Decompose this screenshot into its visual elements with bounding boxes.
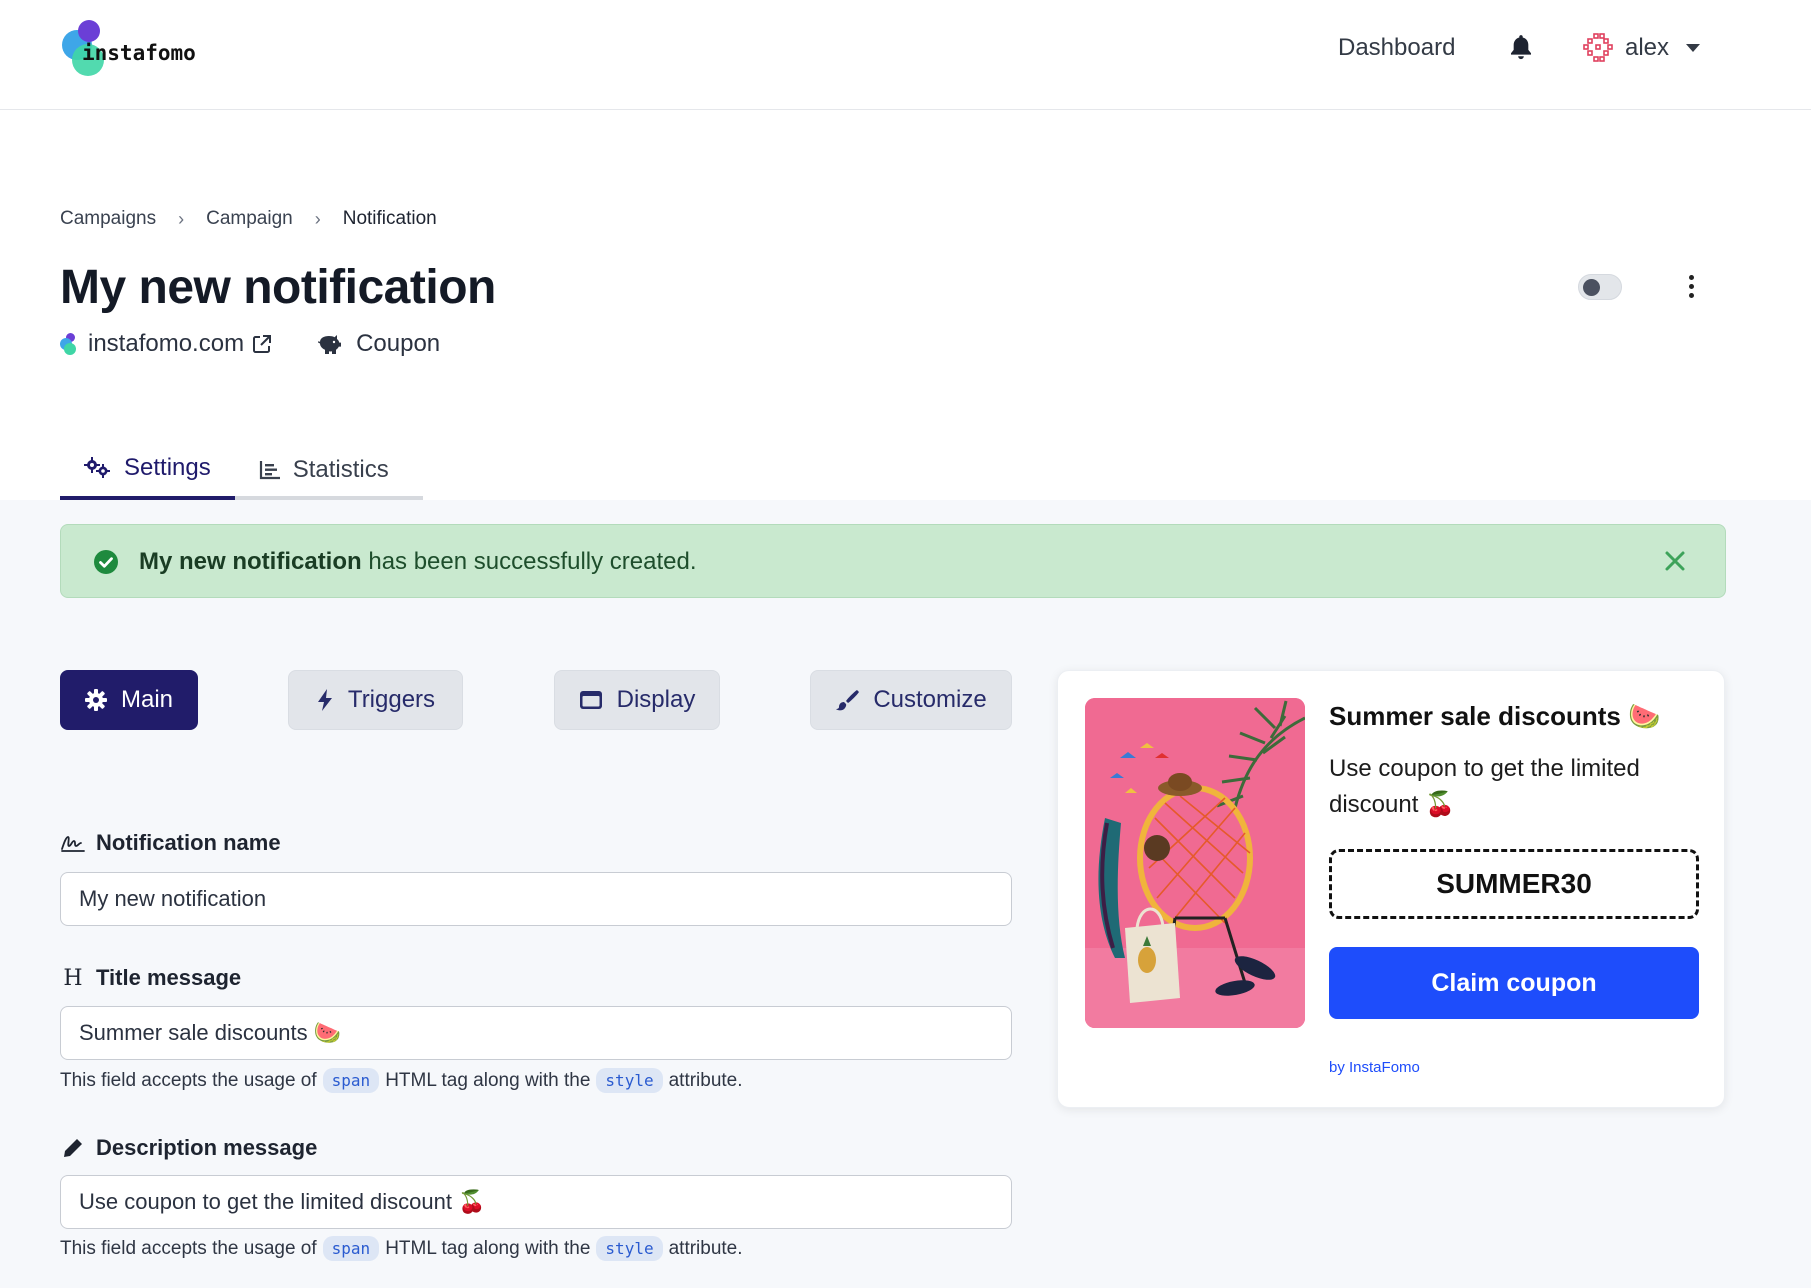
bell-icon[interactable] [1508,34,1534,62]
description-message-input[interactable]: Use coupon to get the limited discount 🍒 [60,1175,1012,1229]
notification-meta: instafomo.com Coupon [60,330,440,358]
success-alert: My new notification has been successfull… [60,524,1726,598]
section-main-button[interactable]: Main [60,670,198,730]
help-text: This field accepts the usage of [60,1237,317,1259]
heading-icon: H [63,965,83,991]
help-text: attribute. [668,1237,743,1259]
tab-statistics-label: Statistics [292,456,389,483]
tab-statistics[interactable]: Statistics [235,440,413,500]
logo-text: instafomo [82,41,196,65]
section-display-label: Display [616,686,696,713]
notification-name-input[interactable]: My new notification [60,872,1012,926]
section-customize-button[interactable]: Customize [810,670,1012,730]
title-message-input[interactable]: Summer sale discounts 🍉 [60,1006,1012,1060]
preview-image [1085,698,1305,1028]
campaign-type: Coupon [356,330,441,357]
check-circle-icon [94,550,118,574]
help-text: HTML tag along with the [385,1069,591,1091]
description-message-label: Description message [60,1135,317,1161]
gear-icon [84,689,107,711]
chevron-right-icon: › [178,208,185,229]
help-text: HTML tag along with the [385,1237,591,1259]
notification-enable-toggle[interactable] [1578,274,1622,300]
section-triggers-button[interactable]: Triggers [288,670,463,730]
title-message-help: This field accepts the usage of span HTM… [60,1068,743,1093]
section-display-button[interactable]: Display [554,670,720,730]
description-message-label-text: Description message [96,1135,318,1160]
nav-dashboard-link[interactable]: Dashboard [1338,34,1455,62]
chevron-right-icon: › [314,208,321,229]
title-message-label: H Title message [60,965,241,991]
more-options-icon[interactable] [1686,275,1696,299]
page-tabs: Settings Statistics [60,440,423,500]
claim-coupon-button[interactable]: Claim coupon [1329,947,1699,1019]
username-label[interactable]: alex [1625,34,1669,62]
span-tag-code: span [322,1068,380,1093]
window-icon [579,691,602,709]
tab-settings[interactable]: Settings [60,440,235,500]
site-favicon-icon [60,333,80,355]
page-title: My new notification [60,261,496,314]
preview-title: Summer sale discounts 🍉 [1329,701,1661,731]
signature-icon [60,833,86,853]
alert-bold-text: My new notification [139,548,362,575]
site-link[interactable]: instafomo.com [88,330,244,358]
section-main-label: Main [120,686,174,713]
section-customize-label: Customize [873,686,987,713]
tab-settings-label: Settings [124,454,211,481]
style-attr-code: style [596,1236,663,1261]
chevron-down-icon[interactable] [1686,44,1700,52]
instafomo-logo[interactable]: instafomo [62,20,222,80]
notification-name-label-text: Notification name [96,830,281,855]
top-navbar: instafomo Dashboard alex [0,0,1811,110]
breadcrumb: Campaigns › Campaign › Notification [60,208,437,230]
help-text: This field accepts the usage of [60,1069,317,1091]
pencil-icon [60,1137,86,1159]
paintbrush-icon [836,690,860,711]
breadcrumb-campaigns[interactable]: Campaigns [60,208,156,230]
close-icon[interactable] [1663,549,1687,573]
notification-name-label: Notification name [60,830,281,856]
coupon-code-box[interactable]: SUMMER30 [1329,849,1699,919]
external-link-icon[interactable] [252,334,272,354]
title-message-label-text: Title message [96,965,242,990]
piggy-bank-icon [318,335,342,354]
preview-description: Use coupon to get the limited discount 🍒 [1329,755,1640,818]
chart-bar-icon [259,461,280,480]
description-message-help: This field accepts the usage of span HTM… [60,1236,743,1261]
breadcrumb-campaign[interactable]: Campaign [206,208,293,230]
section-triggers-label: Triggers [347,686,436,713]
alert-message: My new notification has been successfull… [139,548,697,576]
notification-preview-card: Summer sale discounts 🍉 Use coupon to ge… [1057,670,1725,1108]
bolt-icon [317,689,332,711]
style-attr-code: style [596,1068,663,1093]
help-text: attribute. [668,1069,743,1091]
span-tag-code: span [322,1236,380,1261]
alert-text: has been successfully created. [361,548,697,575]
user-avatar[interactable] [1582,32,1614,64]
branding-link[interactable]: by InstaFomo [1329,1059,1420,1076]
gears-icon [84,457,110,478]
breadcrumb-notification: Notification [342,208,437,229]
